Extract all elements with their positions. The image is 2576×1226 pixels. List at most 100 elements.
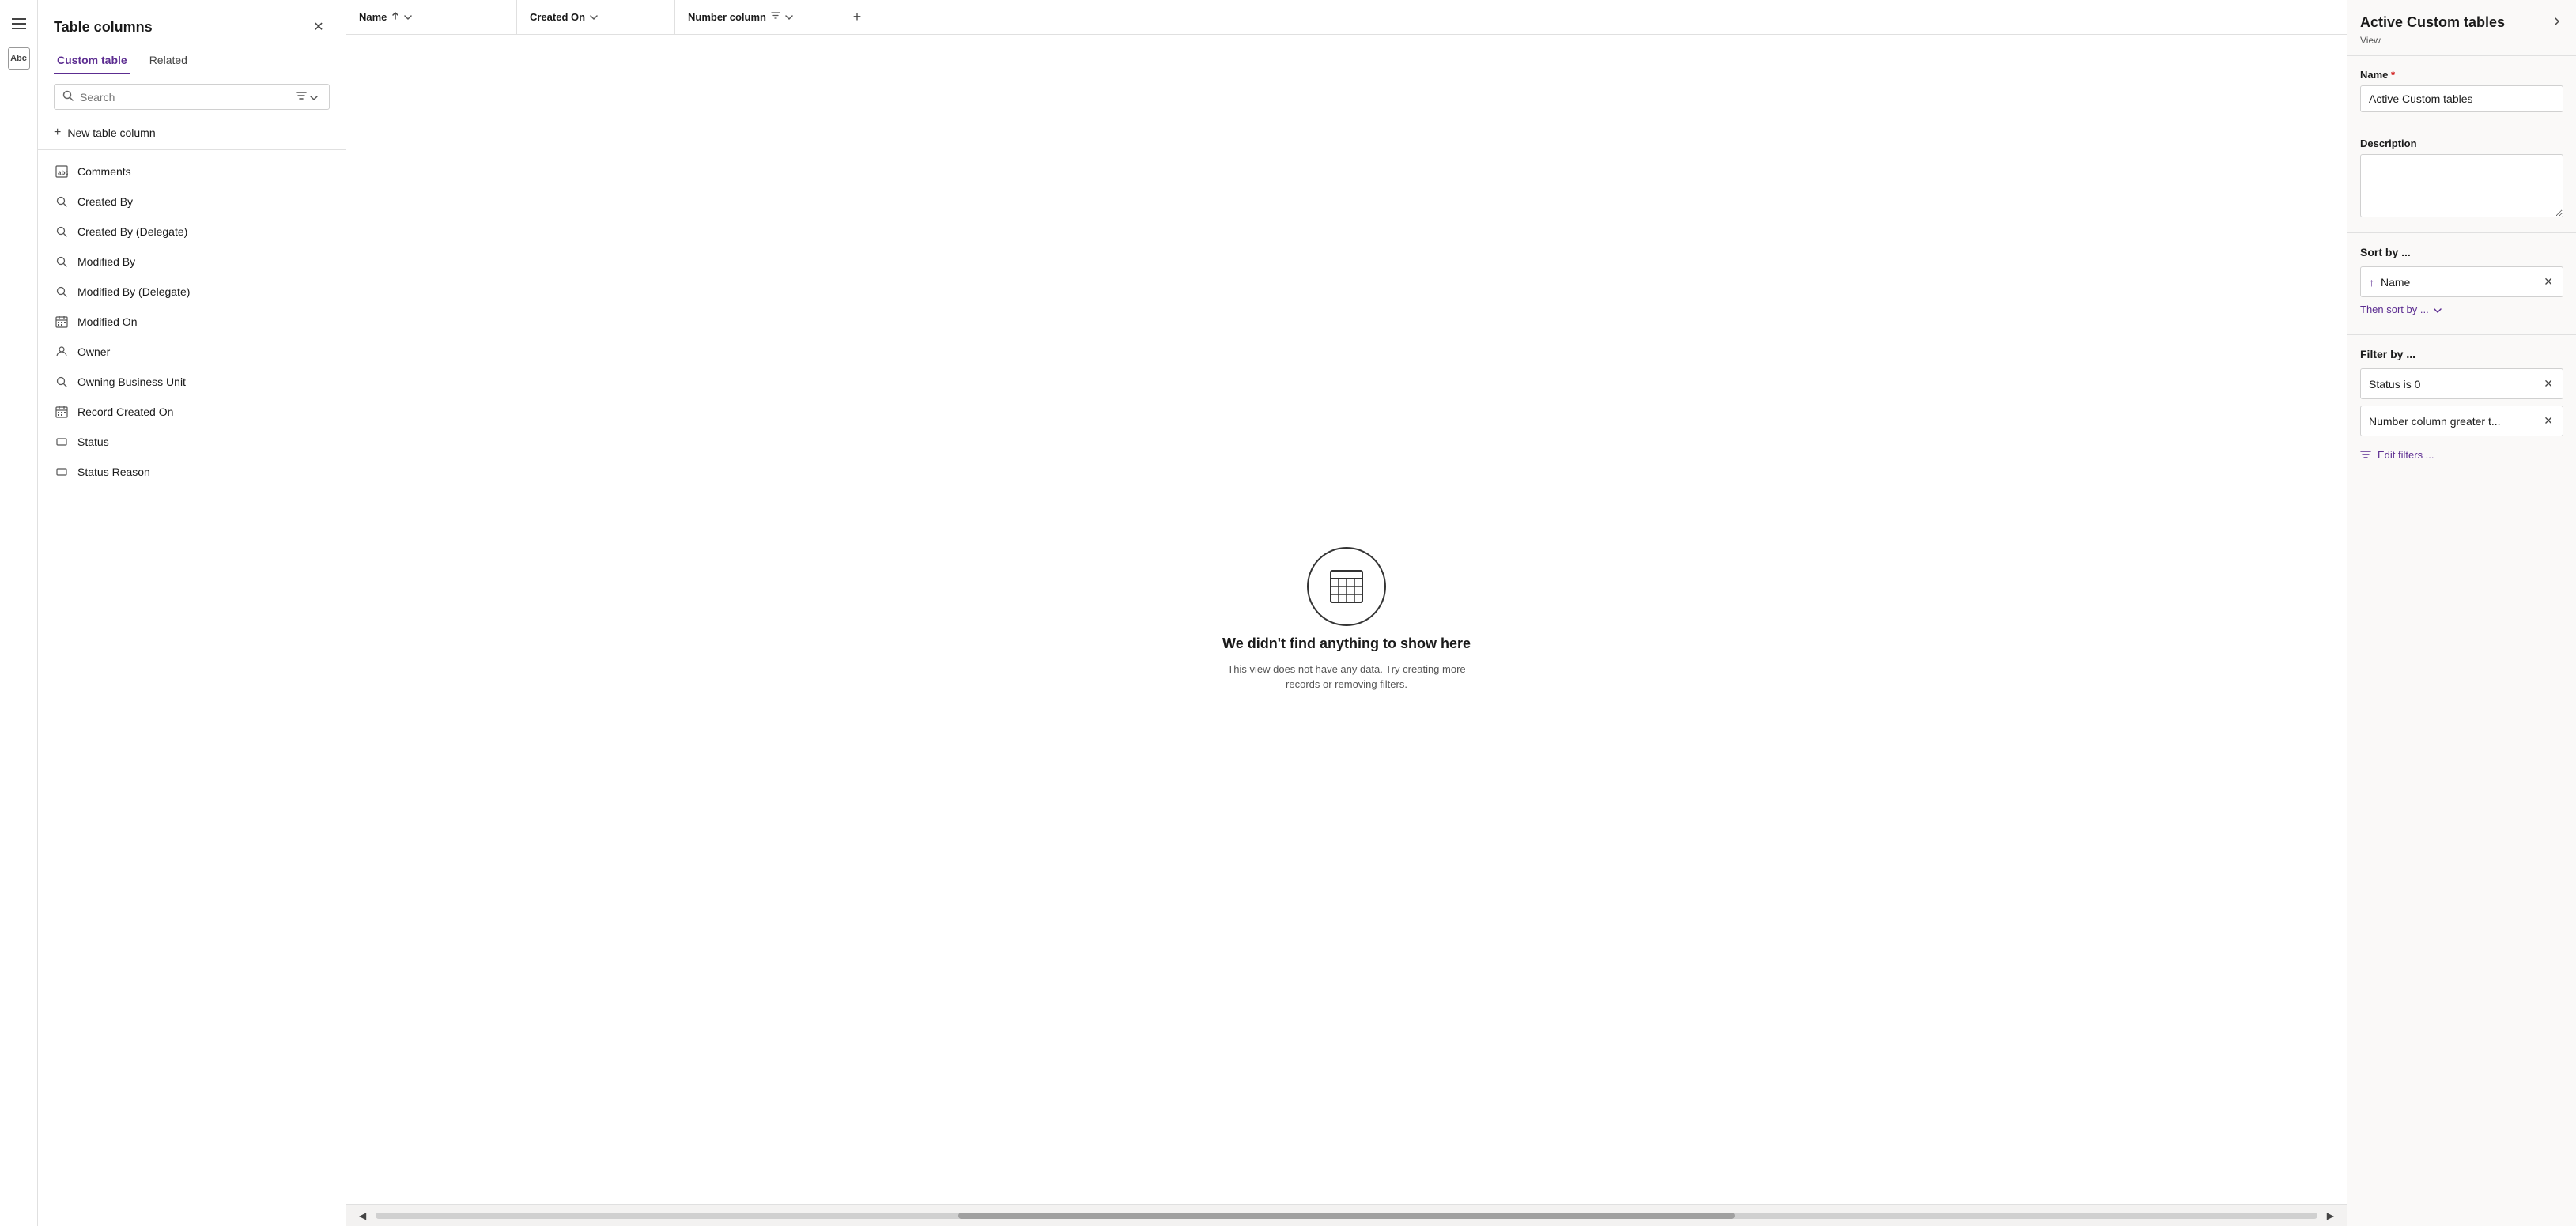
name-section: Name * <box>2347 56 2576 125</box>
name-col-chevron-icon <box>404 13 412 22</box>
edit-filters-button[interactable]: Edit filters ... <box>2360 443 2563 467</box>
calendar-column-icon <box>54 404 70 420</box>
name-field-input[interactable] <box>2360 85 2563 112</box>
column-label: Owning Business Unit <box>77 375 186 388</box>
new-column-label: New table column <box>67 126 155 139</box>
list-item[interactable]: Modified On <box>38 307 346 337</box>
list-item[interactable]: Status Reason <box>38 457 346 487</box>
search-bar <box>54 84 330 110</box>
rect-column-icon <box>54 434 70 450</box>
list-item[interactable]: Modified By (Delegate) <box>38 277 346 307</box>
nav-rail: Abc <box>0 0 38 1226</box>
grid-col-created-on[interactable]: Created On <box>517 0 675 34</box>
search-input[interactable] <box>80 91 286 104</box>
grid-header: Name Created On Number column <box>346 0 2347 35</box>
search-column-icon <box>54 284 70 300</box>
list-item[interactable]: Record Created On <box>38 397 346 427</box>
person-column-icon <box>54 344 70 360</box>
right-panel-header: Active Custom tables <box>2347 0 2576 35</box>
tab-custom-table[interactable]: Custom table <box>54 47 130 74</box>
filter-item-status: Status is 0 ✕ <box>2360 368 2563 399</box>
search-icon <box>62 90 74 104</box>
search-column-icon <box>54 254 70 270</box>
number-col-chevron-icon <box>785 13 793 22</box>
sort-asc-icon <box>391 11 399 23</box>
grid-col-name[interactable]: Name <box>359 0 517 34</box>
col-created-on-label: Created On <box>530 11 585 23</box>
list-item[interactable]: abc Comments <box>38 157 346 187</box>
column-label: Status <box>77 436 109 448</box>
scroll-right-icon[interactable]: ▶ <box>2324 1207 2337 1224</box>
sort-section: Sort by ... ↑ Name ✕ Then sort by ... <box>2347 233 2576 334</box>
list-item[interactable]: Owner <box>38 337 346 367</box>
then-sort-label: Then sort by ... <box>2360 304 2429 315</box>
description-field-label: Description <box>2360 138 2563 149</box>
tab-related[interactable]: Related <box>146 47 191 74</box>
main-area: Name Created On Number column <box>346 0 2347 1226</box>
filter-status-text: Status is 0 <box>2369 378 2536 390</box>
created-on-col-chevron-icon <box>590 13 598 22</box>
sort-by-label: Sort by ... <box>2360 246 2563 258</box>
scrollbar-track[interactable] <box>376 1213 2317 1219</box>
right-panel-title: Active Custom tables <box>2360 14 2505 31</box>
grid-col-number[interactable]: Number column <box>675 0 833 34</box>
svg-text:abc: abc <box>58 169 68 176</box>
abc-icon[interactable]: Abc <box>8 47 30 70</box>
filter-button[interactable] <box>293 89 321 104</box>
column-label: Record Created On <box>77 406 173 418</box>
empty-title: We didn't find anything to show here <box>1222 636 1471 652</box>
column-label: Modified By <box>77 255 135 268</box>
list-item[interactable]: Owning Business Unit <box>38 367 346 397</box>
filter-section: Filter by ... Status is 0 ✕ Number colum… <box>2347 335 2576 480</box>
close-panel-button[interactable]: ✕ <box>308 16 330 38</box>
list-item[interactable]: Created By <box>38 187 346 217</box>
scroll-left-icon[interactable]: ◀ <box>356 1207 369 1224</box>
empty-icon <box>1307 547 1386 626</box>
filter-number-remove-button[interactable]: ✕ <box>2542 413 2555 429</box>
search-column-icon <box>54 374 70 390</box>
left-panel-title: Table columns <box>54 19 153 36</box>
description-section: Description <box>2347 125 2576 232</box>
left-panel: Table columns ✕ Custom table Related + <box>38 0 346 1226</box>
filter-status-remove-button[interactable]: ✕ <box>2542 375 2555 392</box>
number-col-filter-icon <box>771 12 780 23</box>
required-star: * <box>2391 69 2395 81</box>
description-field-textarea[interactable] <box>2360 154 2563 217</box>
abc-column-icon: abc <box>54 164 70 179</box>
scrollbar-thumb[interactable] <box>958 1213 1735 1219</box>
filter-number-text: Number column greater t... <box>2369 415 2536 428</box>
plus-icon: + <box>54 126 61 140</box>
search-column-icon <box>54 224 70 240</box>
right-panel: Active Custom tables View Name * Descrip… <box>2347 0 2576 1226</box>
left-panel-header: Table columns ✕ <box>38 0 346 38</box>
col-number-label: Number column <box>688 11 766 23</box>
then-sort-chevron-icon <box>2434 304 2442 315</box>
column-label: Created By (Delegate) <box>77 225 187 238</box>
column-label: Created By <box>77 195 133 208</box>
list-item[interactable]: Status <box>38 427 346 457</box>
rect-column-icon <box>54 464 70 480</box>
new-column-button[interactable]: + New table column <box>38 119 346 146</box>
then-sort-button[interactable]: Then sort by ... <box>2360 297 2563 322</box>
sort-asc-icon: ↑ <box>2369 276 2374 289</box>
empty-state: We didn't find anything to show here Thi… <box>346 35 2347 1204</box>
list-item[interactable]: Modified By <box>38 247 346 277</box>
column-label: Modified On <box>77 315 137 328</box>
sort-remove-button[interactable]: ✕ <box>2542 273 2555 290</box>
hamburger-icon[interactable] <box>8 13 30 35</box>
add-column-button[interactable]: + <box>846 6 868 28</box>
calendar-column-icon <box>54 314 70 330</box>
column-label: Status Reason <box>77 466 150 478</box>
divider <box>38 149 346 150</box>
column-label: Comments <box>77 165 131 178</box>
list-item[interactable]: Created By (Delegate) <box>38 217 346 247</box>
col-name-label: Name <box>359 11 387 23</box>
right-panel-expand-button[interactable] <box>2551 14 2563 32</box>
column-label: Modified By (Delegate) <box>77 285 190 298</box>
sort-field: ↑ Name ✕ <box>2360 266 2563 297</box>
filter-by-label: Filter by ... <box>2360 348 2563 360</box>
tab-bar: Custom table Related <box>38 38 346 74</box>
search-column-icon <box>54 194 70 209</box>
right-panel-subtitle: View <box>2347 35 2576 55</box>
edit-filters-label: Edit filters ... <box>2378 449 2434 461</box>
